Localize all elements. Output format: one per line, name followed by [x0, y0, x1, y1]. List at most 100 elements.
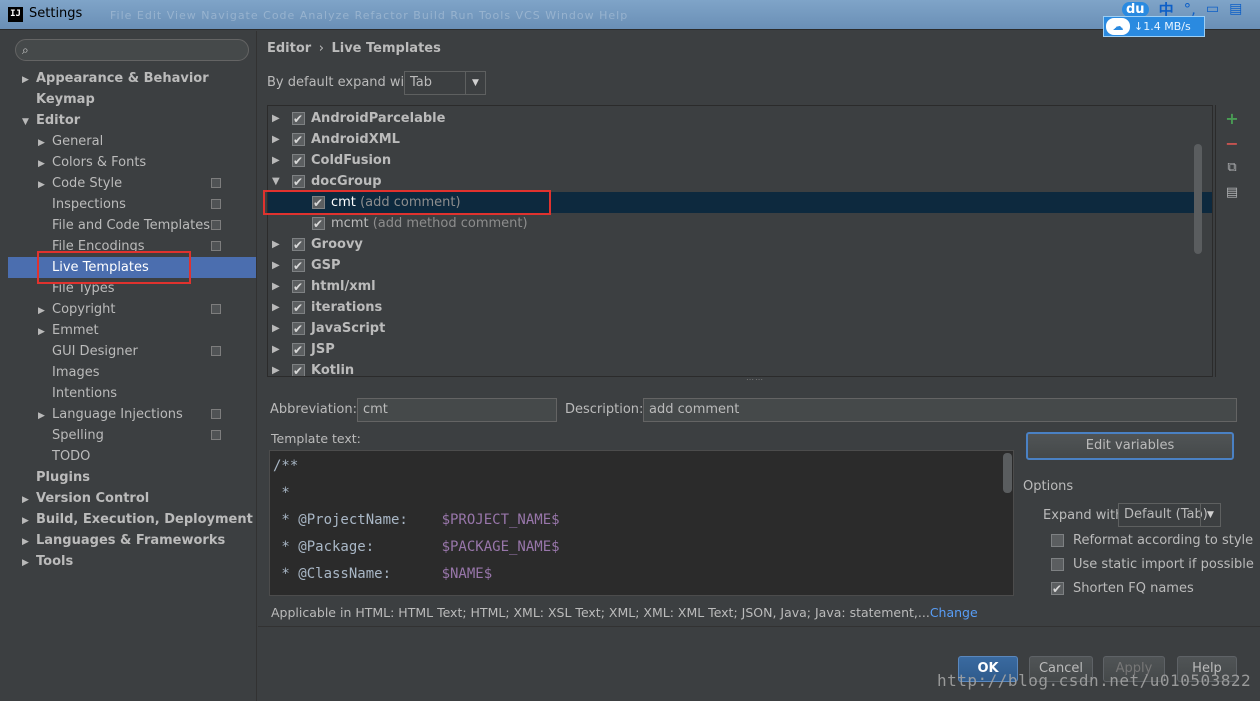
splitter-grip-icon[interactable]: ⋯⋯	[746, 375, 764, 384]
chevron-right-icon[interactable]: ▶	[272, 276, 280, 297]
default-expand-value: Tab	[410, 75, 433, 90]
template-enabled-checkbox[interactable]	[292, 319, 305, 340]
options-expand-select[interactable]: Default (Tab) ▼	[1118, 503, 1221, 527]
description-label: Description:	[565, 402, 644, 417]
template-group-row[interactable]: ▶ JSP	[268, 339, 1212, 361]
breadcrumb-parent[interactable]: Editor	[267, 41, 311, 56]
template-enabled-checkbox[interactable]	[292, 130, 305, 151]
template-enabled-checkbox[interactable]	[292, 235, 305, 256]
template-name: ColdFusion	[311, 150, 391, 171]
sidebar-item[interactable]: GUI Designer	[38, 341, 233, 362]
chevron-right-icon[interactable]: ▶	[22, 553, 36, 574]
change-contexts-link[interactable]: Change	[930, 605, 978, 620]
chevron-right-icon[interactable]: ▶	[38, 301, 52, 322]
chevron-right-icon[interactable]: ▶	[272, 129, 280, 150]
template-enabled-checkbox[interactable]	[292, 172, 305, 193]
project-settings-icon	[211, 346, 221, 356]
abbreviation-field[interactable]: cmt	[357, 398, 557, 422]
template-enabled-checkbox[interactable]	[312, 214, 325, 235]
template-group-row[interactable]: ▶ GSP	[268, 255, 1212, 277]
option-checkbox[interactable]	[1051, 534, 1064, 547]
sidebar-item[interactable]: ▶ Colors & Fonts	[38, 152, 233, 173]
template-group-row[interactable]: ▶ Groovy	[268, 234, 1212, 256]
clipboard-icon[interactable]: ▤	[1229, 1, 1242, 17]
chevron-right-icon[interactable]: ▶	[272, 318, 280, 339]
change-context-icon[interactable]: ▤	[1224, 185, 1240, 201]
sidebar-item[interactable]: ▶ Emmet	[38, 320, 233, 341]
sidebar-item[interactable]: Images	[38, 362, 233, 383]
minus-icon[interactable]: −	[1224, 136, 1240, 152]
template-abbreviation: html/xml	[311, 279, 376, 294]
template-group-row[interactable]: ▶ html/xml	[268, 276, 1212, 298]
template-text-editor[interactable]: /** * * @ProjectName: $PROJECT_NAME$ * @…	[269, 450, 1014, 596]
sidebar-item[interactable]: ▼ Editor	[22, 110, 233, 131]
templates-scrollbar[interactable]	[1194, 144, 1202, 254]
sidebar-item[interactable]: ▶ Tools	[22, 551, 233, 572]
template-group-row[interactable]: ▶ iterations	[268, 297, 1212, 319]
project-settings-icon	[211, 430, 221, 440]
sidebar-item[interactable]: Plugins	[22, 467, 233, 488]
sidebar-item[interactable]: ▶ Language Injections	[38, 404, 233, 425]
chevron-right-icon[interactable]: ▶	[38, 154, 52, 175]
screen-icon[interactable]: ▭	[1206, 1, 1219, 17]
template-group-row[interactable]: ▶ AndroidParcelable	[268, 108, 1212, 130]
sidebar-item[interactable]: ▶ General	[38, 131, 233, 152]
template-enabled-checkbox[interactable]	[292, 151, 305, 172]
chevron-right-icon[interactable]: ▶	[38, 133, 52, 154]
project-settings-icon	[211, 241, 221, 251]
template-enabled-checkbox[interactable]	[292, 298, 305, 319]
chevron-right-icon[interactable]: ▶	[22, 70, 36, 91]
template-enabled-checkbox[interactable]	[292, 277, 305, 298]
chevron-right-icon[interactable]: ▶	[22, 511, 36, 532]
template-enabled-checkbox[interactable]	[292, 340, 305, 361]
template-group-row[interactable]: ▼ docGroup	[268, 171, 1212, 193]
template-group-row[interactable]: ▶ AndroidXML	[268, 129, 1212, 151]
sidebar-item[interactable]: ▶ Appearance & Behavior	[22, 68, 233, 89]
chevron-right-icon[interactable]: ▶	[272, 297, 280, 318]
template-enabled-checkbox[interactable]	[292, 256, 305, 277]
sidebar-item[interactable]: Inspections	[38, 194, 233, 215]
chevron-right-icon[interactable]: ▶	[272, 255, 280, 276]
template-group-row[interactable]: ▶ ColdFusion	[268, 150, 1212, 172]
option-label: Reformat according to style	[1073, 533, 1254, 548]
sidebar-item[interactable]: File and Code Templates	[38, 215, 233, 236]
option-checkbox[interactable]	[1051, 558, 1064, 571]
template-group-row[interactable]: ▶ Kotlin	[268, 360, 1212, 376]
chevron-right-icon[interactable]: ▶	[272, 234, 280, 255]
template-enabled-checkbox[interactable]	[292, 361, 305, 376]
sidebar-item[interactable]: ▶ Build, Execution, Deployment	[22, 509, 253, 532]
baidu-cloud-icon[interactable]: du	[1122, 1, 1149, 17]
sidebar-item[interactable]: ▶ Copyright	[38, 299, 233, 320]
sidebar-item[interactable]: Spelling	[38, 425, 233, 446]
chevron-right-icon[interactable]: ▶	[38, 175, 52, 196]
copy-icon[interactable]: ⧉	[1224, 160, 1240, 176]
chevron-right-icon[interactable]: ▶	[38, 322, 52, 343]
template-enabled-checkbox[interactable]	[292, 109, 305, 130]
description-field[interactable]: add comment	[643, 398, 1237, 422]
template-row[interactable]: mcmt (add method comment)	[268, 213, 1212, 235]
chevron-right-icon[interactable]: ▶	[38, 406, 52, 427]
sidebar-item[interactable]: Intentions	[38, 383, 233, 404]
sidebar-item[interactable]: ▶ Version Control	[22, 488, 233, 509]
plus-icon[interactable]: +	[1224, 111, 1240, 127]
edit-variables-button[interactable]: Edit variables	[1026, 432, 1234, 460]
template-group-row[interactable]: ▶ JavaScript	[268, 318, 1212, 340]
chevron-down-icon[interactable]: ▼	[272, 171, 280, 192]
chevron-right-icon[interactable]: ▶	[272, 360, 280, 376]
sidebar-item[interactable]: ▶ Languages & Frameworks	[22, 530, 233, 551]
template-name: Groovy	[311, 234, 363, 255]
editor-scrollbar[interactable]	[1003, 453, 1012, 493]
sidebar-item[interactable]: ▶ Code Style	[38, 173, 233, 194]
chevron-right-icon[interactable]: ▶	[22, 490, 36, 511]
sidebar-item[interactable]: TODO	[38, 446, 233, 467]
default-expand-select[interactable]: Tab ▼	[404, 71, 486, 95]
editor-line: * @ProjectName: $PROJECT_NAME$	[273, 507, 559, 534]
chevron-right-icon[interactable]: ▶	[272, 150, 280, 171]
option-checkbox[interactable]	[1051, 579, 1064, 599]
chevron-down-icon[interactable]: ▼	[22, 112, 36, 133]
chevron-right-icon[interactable]: ▶	[272, 339, 280, 360]
chevron-right-icon[interactable]: ▶	[22, 532, 36, 553]
chevron-right-icon[interactable]: ▶	[272, 108, 280, 129]
settings-search-input[interactable]: ⌕	[15, 39, 249, 61]
sidebar-item[interactable]: Keymap	[22, 89, 233, 110]
